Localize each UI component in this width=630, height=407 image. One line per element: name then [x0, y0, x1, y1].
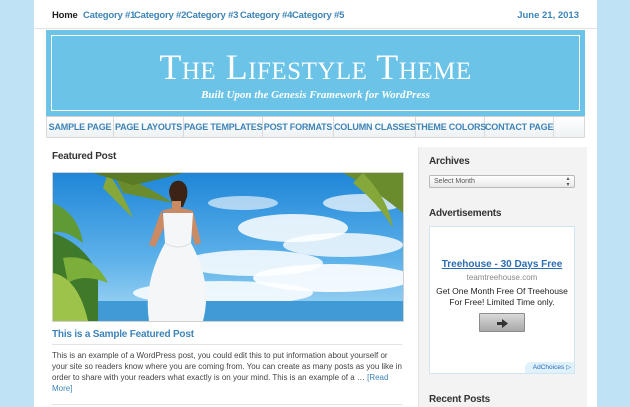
nav-theme-colors[interactable]: THEME COLORS — [416, 117, 486, 137]
featured-post-heading: Featured Post — [52, 151, 117, 162]
ad-arrow-button[interactable] — [479, 313, 525, 332]
current-date: June 21, 2013 — [517, 10, 579, 21]
select-arrows-icon: ▴ ▾ — [566, 176, 570, 188]
site-description: Built Upon the Genesis Framework for Wor… — [201, 89, 430, 101]
nav-page-templates[interactable]: PAGE TEMPLATES — [184, 117, 263, 137]
topnav-category-1[interactable]: Category #1 — [83, 10, 135, 21]
recent-posts-title: Recent Posts — [429, 394, 490, 405]
featured-post-title[interactable]: This is a Sample Featured Post — [52, 329, 194, 340]
ad-domain: teamtreehouse.com — [466, 273, 538, 282]
adchoices-badge[interactable]: AdChoices ▷ — [524, 362, 574, 373]
adchoices-label: AdChoices — [532, 364, 565, 371]
featured-image[interactable] — [52, 172, 404, 322]
archives-select[interactable]: Select Month ▴ ▾ — [429, 175, 575, 188]
archives-title: Archives — [429, 156, 470, 167]
ad-body-text: Get One Month Free Of Treehouse For Free… — [436, 286, 568, 307]
featured-post-excerpt: This is an example of a WordPress post, … — [52, 350, 404, 394]
beach-photo — [53, 173, 403, 321]
nav-sample-page[interactable]: SAMPLE PAGE — [47, 117, 114, 137]
page: Home Category #1 Category #2 Category #3… — [34, 0, 597, 407]
divider — [52, 404, 402, 405]
advertisements-title: Advertisements — [429, 208, 502, 219]
topnav-category-2[interactable]: Category #2 — [134, 10, 186, 21]
divider — [52, 344, 402, 345]
top-navigation: Home Category #1 Category #2 Category #3… — [34, 0, 597, 29]
arrow-right-icon — [497, 319, 508, 328]
nav-post-formats[interactable]: POST FORMATS — [263, 117, 334, 137]
nav-page-layouts[interactable]: PAGE LAYOUTS — [114, 117, 184, 137]
topnav-category-5[interactable]: Category #5 — [292, 10, 344, 21]
excerpt-text: This is an example of a WordPress post, … — [52, 351, 402, 382]
topnav-category-3[interactable]: Category #3 — [186, 10, 238, 21]
adchoices-icon: ▷ — [566, 364, 571, 371]
ad-unit[interactable]: Treehouse - 30 Days Free teamtreehouse.c… — [429, 226, 575, 374]
topnav-category-4[interactable]: Category #4 — [240, 10, 292, 21]
sidebar: Archives Select Month ▴ ▾ Advertisements … — [418, 147, 587, 407]
header-frame: The Lifestyle Theme Built Upon the Genes… — [51, 35, 580, 111]
site-title[interactable]: The Lifestyle Theme — [52, 47, 579, 87]
site-header: The Lifestyle Theme Built Upon the Genes… — [46, 30, 585, 116]
nav-column-classes[interactable]: COLUMN CLASSES — [334, 117, 416, 137]
nav-contact-page[interactable]: CONTACT PAGE — [485, 117, 554, 137]
ad-headline-link[interactable]: Treehouse - 30 Days Free — [430, 259, 574, 270]
archives-select-value: Select Month — [434, 178, 475, 185]
topnav-home[interactable]: Home — [52, 10, 78, 21]
main-navigation: SAMPLE PAGE PAGE LAYOUTS PAGE TEMPLATES … — [46, 116, 585, 138]
